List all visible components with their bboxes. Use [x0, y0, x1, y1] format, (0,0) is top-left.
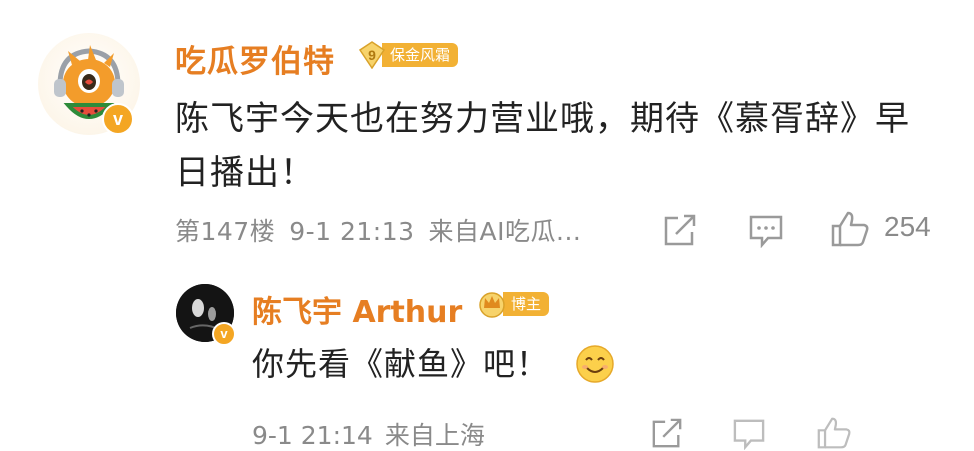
comment-username[interactable]: 吃瓜罗伯特 [175, 36, 335, 81]
fan-level-number: 9 [368, 47, 376, 63]
reply-comment-icon[interactable] [732, 418, 766, 450]
comment-time: 9-1 21:13 [289, 217, 415, 246]
reply-text-row: 你先看《献鱼》吧！ [252, 341, 615, 387]
reply-share-icon[interactable] [650, 418, 684, 450]
comment-text: 陈飞宇今天也在努力营业哦，期待《慕胥辞》早日播出！ [175, 99, 910, 193]
blogger-badge: 博主 [477, 289, 550, 319]
fan-badge-label: 保金风霜 [382, 43, 459, 67]
weibo-comment-thread: v 吃瓜罗伯特 9 保金风霜 陈飞宇今天也在努力营业哦，期待《慕胥辞》早日播出！… [0, 0, 974, 451]
fan-level-badge[interactable]: 9 保金风霜 [358, 41, 459, 70]
crown-icon [477, 289, 507, 319]
comment-source: 来自AI吃瓜... [428, 217, 582, 246]
reply-like-icon[interactable] [816, 416, 852, 450]
reply-source: 来自上海 [384, 421, 485, 450]
verified-badge-icon: v [212, 322, 236, 346]
comment-icon[interactable] [748, 214, 784, 248]
reply-text: 你先看《献鱼》吧！ [252, 345, 550, 383]
diamond-level-icon: 9 [358, 41, 386, 70]
comment-meta: 第147楼 9-1 21:13 来自AI吃瓜... [175, 212, 595, 248]
blogger-badge-label: 博主 [503, 292, 550, 316]
reply-meta: 9-1 21:14 来自上海 [252, 416, 497, 451]
smile-emoji-icon [576, 345, 614, 383]
like-count: 254 [884, 211, 931, 242]
reply-username[interactable]: 陈飞宇 Arthur [252, 287, 462, 331]
verified-badge-icon: v [102, 103, 134, 135]
reply-time: 9-1 21:14 [252, 421, 373, 450]
like-icon[interactable] [830, 210, 870, 248]
share-icon[interactable] [662, 214, 698, 248]
floor-number: 第147楼 [175, 217, 276, 246]
